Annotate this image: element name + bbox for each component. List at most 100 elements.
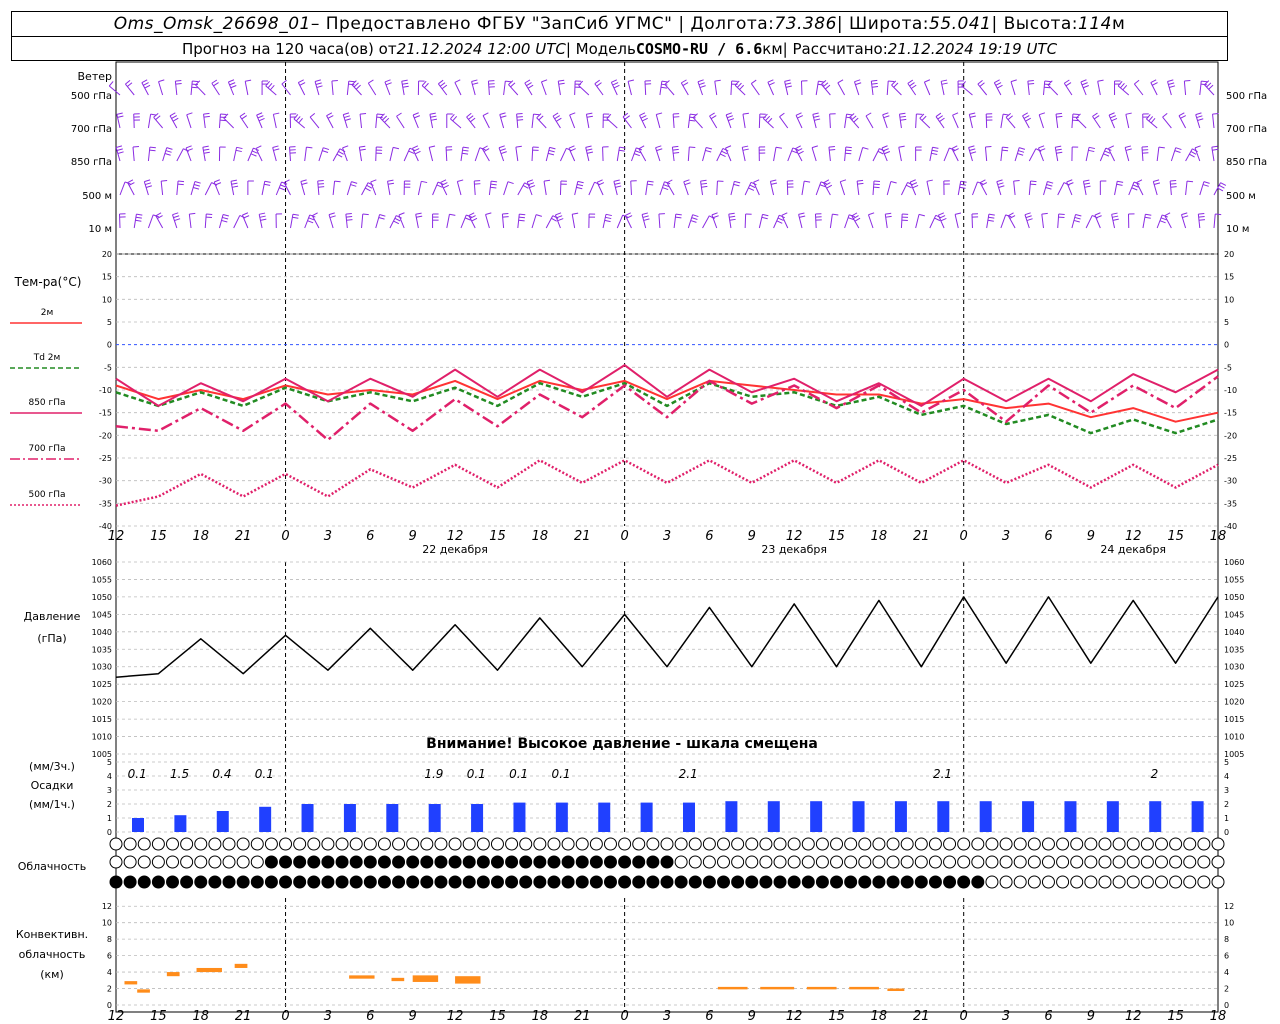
wind-barb-flag [499, 148, 506, 152]
wind-barb-flag [135, 219, 142, 222]
time-hour-label-bottom: 6 [705, 1009, 713, 1024]
wind-barb [1007, 212, 1016, 229]
wind-barb-staff [421, 85, 433, 96]
wind-barb-flag [622, 112, 629, 118]
wind-barb [957, 180, 967, 196]
wind-barb [304, 146, 313, 162]
cloud-cover-symbol [1154, 875, 1168, 889]
cloud-cover-symbol [900, 855, 914, 869]
wind-barb [176, 180, 185, 196]
wind-barb [119, 181, 131, 196]
wind-barb-flag [775, 146, 782, 149]
precip-bar [979, 801, 992, 832]
wind-barb [375, 214, 386, 229]
cloud-cover-symbol [646, 855, 660, 869]
wind-barb-staff [645, 181, 649, 196]
wind-barb-staff [856, 181, 860, 196]
temp-tick-left: 5 [107, 318, 112, 327]
cloud-cover-symbol [307, 855, 321, 869]
cloud-cover-symbol [377, 837, 391, 851]
wind-barb-flag [751, 79, 757, 84]
precip-unit-3h: (мм/3ч.) [29, 760, 75, 773]
wind-barb-flag [1117, 80, 1123, 87]
temp-tick-right: 20 [1224, 250, 1234, 259]
wind-barb-staff [844, 114, 848, 129]
wind-barb-flag [705, 149, 712, 153]
wind-barb-flag [1081, 82, 1088, 86]
wind-barb-flag [169, 112, 176, 117]
wind-barb-flag [883, 115, 890, 119]
conv-tick-left: 2 [107, 985, 112, 994]
wind-barb-flag [454, 79, 461, 83]
wind-barb-flag [125, 79, 131, 85]
precip-bar [386, 804, 399, 832]
wind-barb-flag [596, 82, 602, 87]
wind-barb-flag [1002, 146, 1009, 149]
cloud-cover-symbol [151, 875, 165, 889]
wind-barb [213, 179, 222, 196]
wind-barb [1199, 181, 1210, 196]
cloud-cover-symbol [858, 855, 872, 869]
wind-barb-flag [359, 148, 366, 151]
time-hour-label: 18 [1210, 529, 1227, 544]
wind-barb-flag [368, 79, 374, 84]
wind-barb [474, 147, 486, 162]
cloud-cover-symbol [801, 855, 815, 869]
wind-barb-flag [1148, 116, 1154, 122]
conv-tick-left: 12 [102, 902, 112, 911]
wind-barb-flag [314, 79, 321, 83]
wind-barb-flag [462, 149, 469, 152]
wind-barb-flag [359, 145, 366, 148]
wind-barb-flag [1108, 145, 1115, 149]
cloud-cover-symbol [1013, 837, 1027, 851]
wind-barb [1013, 179, 1020, 196]
precip-tick-left: 5 [107, 758, 112, 767]
temp-legend-label: 500 гПа [28, 490, 65, 500]
wind-barb-staff [1071, 113, 1074, 129]
wind-barb-flag [192, 80, 199, 83]
wind-barb-flag [457, 179, 464, 182]
wind-barb-flag [854, 217, 861, 222]
time-hour-label-bottom: 15 [828, 1009, 845, 1024]
wind-barb-flag [408, 150, 415, 154]
wind-barb-flag [370, 179, 377, 183]
wind-barb-flag [586, 112, 593, 115]
time-hour-label: 0 [281, 529, 289, 544]
cloud-cover-symbol [392, 875, 406, 889]
wind-barb [342, 112, 351, 129]
temp-tick-left: 20 [102, 250, 112, 259]
wind-barb [1181, 212, 1189, 229]
cloud-cover-symbol [377, 855, 391, 869]
time-hour-label: 21 [235, 529, 252, 544]
wind-barb-flag [765, 115, 771, 121]
wind-barb-flag [1026, 218, 1033, 222]
cloud-cover-symbol [801, 837, 815, 851]
cloud-cover-symbol [363, 855, 377, 869]
cloud-cover-symbol [575, 855, 589, 869]
wind-barb-flag [462, 146, 469, 149]
wind-barb-flag [376, 116, 383, 119]
wind-barb-flag [239, 112, 246, 117]
cloud-cover-symbol [1013, 855, 1027, 869]
wind-barb-staff [485, 214, 490, 229]
wind-barb-flag [1066, 179, 1073, 183]
wind-barb-staff [239, 116, 249, 129]
wind-barb-flag [884, 151, 891, 155]
wind-barb [1167, 79, 1176, 96]
wind-barb-staff [1199, 181, 1205, 196]
wind-barb [186, 112, 193, 129]
cloud-title: Облачность [18, 860, 87, 873]
cloud-cover-symbol [1056, 875, 1070, 889]
cloud-cover-symbol [731, 855, 745, 869]
cloud-cover-symbol [745, 837, 759, 851]
cloud-cover-symbol [575, 875, 589, 889]
wind-barb-staff [886, 181, 892, 196]
wind-barb-flag [1144, 216, 1151, 219]
cloud-cover-symbol [844, 875, 858, 889]
wind-barb-staff [389, 147, 394, 162]
wind-barb-staff [898, 147, 902, 162]
wind-barb-staff [358, 147, 363, 162]
time-hour-label-bottom: 6 [1044, 1009, 1052, 1024]
wind-barb [823, 179, 833, 196]
wind-barb-flag [116, 145, 123, 149]
